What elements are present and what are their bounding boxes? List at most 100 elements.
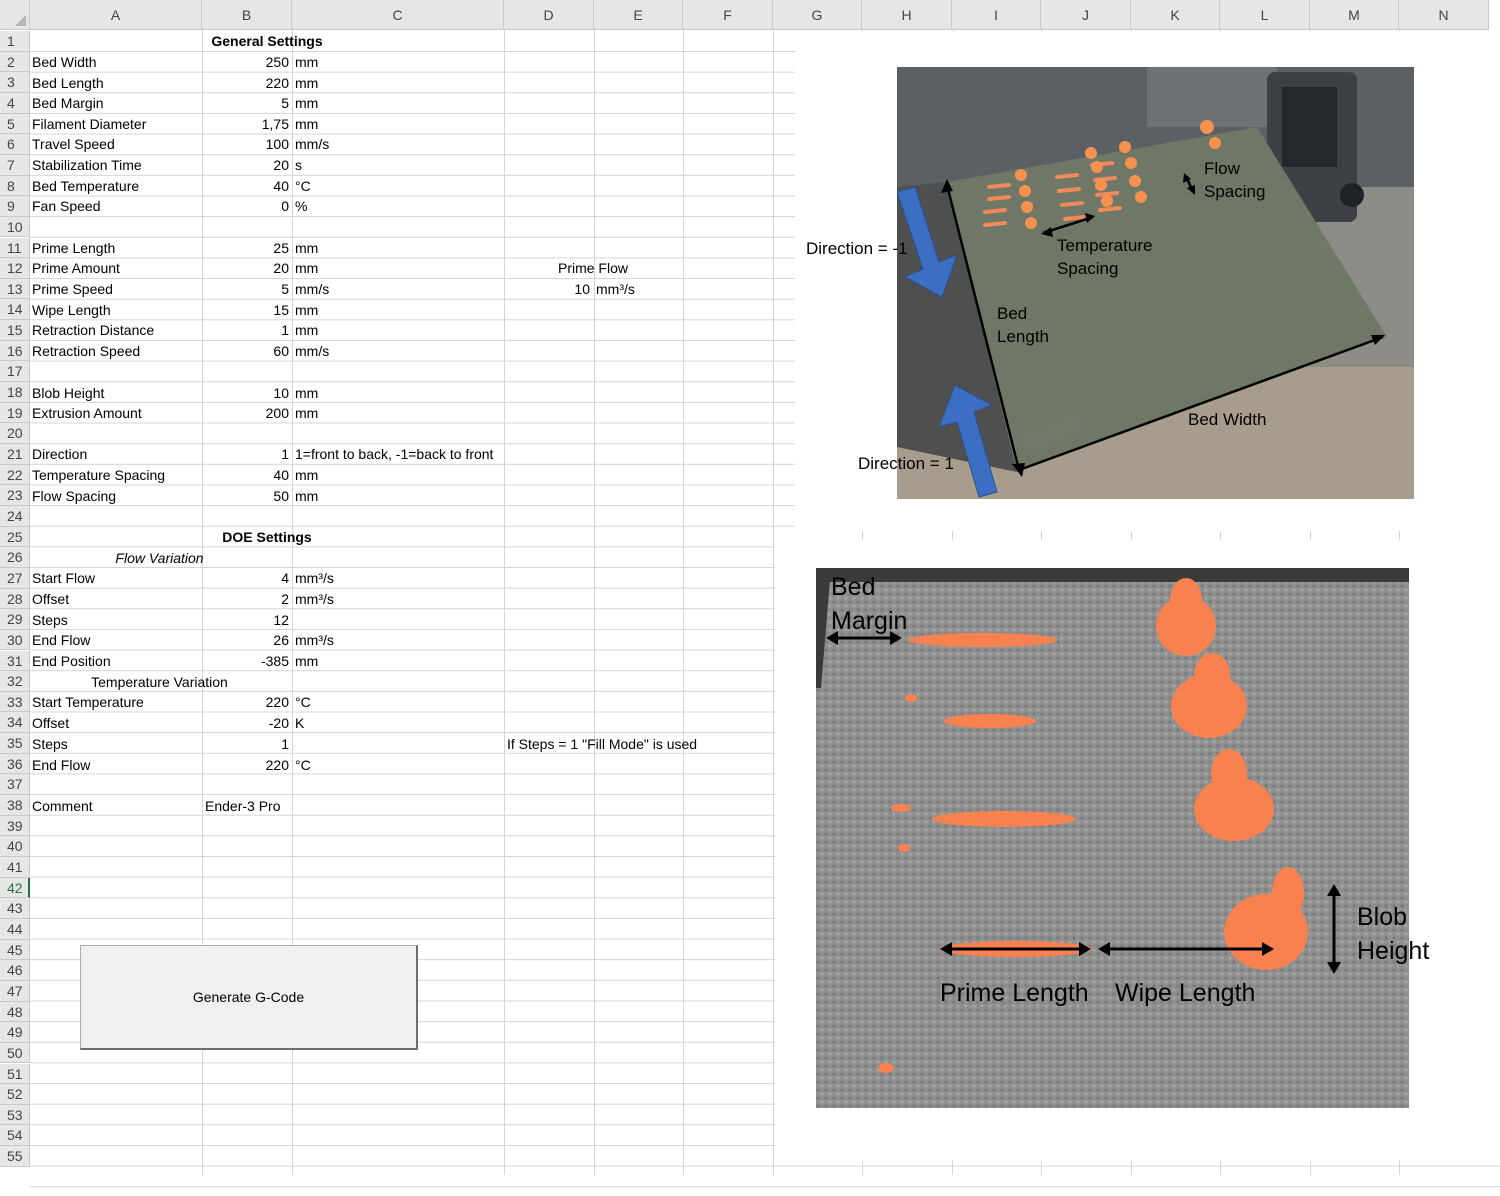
cell-b7[interactable]: 20 [202, 155, 289, 175]
column-header-e[interactable]: E [594, 0, 683, 30]
cell-c14[interactable]: mm [295, 300, 318, 320]
cell-c12[interactable]: mm [295, 258, 318, 278]
cell-a4[interactable]: Bed Margin [32, 93, 104, 113]
row-header-51[interactable]: 51 [0, 1063, 30, 1085]
cell-a14[interactable]: Wipe Length [32, 300, 111, 320]
cell-c27[interactable]: mm³/s [295, 568, 334, 588]
cell-b19[interactable]: 200 [202, 403, 289, 423]
row-header-23[interactable]: 23 [0, 485, 30, 506]
row-header-46[interactable]: 46 [0, 960, 30, 981]
row-header-9[interactable]: 9 [0, 196, 30, 217]
row-header-19[interactable]: 19 [0, 402, 30, 424]
generate-gcode-button[interactable]: Generate G-Code [80, 945, 418, 1050]
row-header-35[interactable]: 35 [0, 733, 30, 754]
row-header-10[interactable]: 10 [0, 216, 30, 238]
cell-d13[interactable]: 10 [504, 279, 590, 299]
cell-a22[interactable]: Temperature Spacing [32, 465, 165, 485]
blob-test-photo[interactable] [816, 568, 1409, 1108]
column-header-i[interactable]: I [952, 0, 1041, 30]
cell-e13[interactable]: mm³/s [596, 279, 635, 299]
column-header-a[interactable]: A [30, 0, 202, 30]
row-header-18[interactable]: 18 [0, 382, 30, 403]
row-header-20[interactable]: 20 [0, 423, 30, 444]
row-header-11[interactable]: 11 [0, 237, 30, 259]
cell-c34[interactable]: K [295, 713, 304, 733]
row-header-28[interactable]: 28 [0, 588, 30, 610]
cell-c22[interactable]: mm [295, 465, 318, 485]
cell-c16[interactable]: mm/s [295, 341, 329, 361]
row-header-43[interactable]: 43 [0, 898, 30, 919]
cell-c6[interactable]: mm/s [295, 134, 329, 154]
cell-c23[interactable]: mm [295, 486, 318, 506]
cell-a36[interactable]: End Flow [32, 755, 90, 775]
cell-c8[interactable]: °C [295, 176, 311, 196]
cell-b30[interactable]: 26 [202, 630, 289, 650]
cell-c9[interactable]: % [295, 196, 307, 216]
column-header-n[interactable]: N [1399, 0, 1489, 30]
cell-b12[interactable]: 20 [202, 258, 289, 278]
row-header-15[interactable]: 15 [0, 320, 30, 341]
row-header-54[interactable]: 54 [0, 1125, 30, 1147]
cell-b14[interactable]: 15 [202, 300, 289, 320]
cell-b8[interactable]: 40 [202, 176, 289, 196]
cell-c11[interactable]: mm [295, 238, 318, 258]
row-header-53[interactable]: 53 [0, 1104, 30, 1126]
select-all-corner[interactable] [0, 0, 30, 30]
cell-a6[interactable]: Travel Speed [32, 134, 115, 154]
cell-a13[interactable]: Prime Speed [32, 279, 113, 299]
row-header-49[interactable]: 49 [0, 1022, 30, 1043]
column-header-k[interactable]: K [1131, 0, 1220, 30]
row-header-25[interactable]: 25 [0, 526, 30, 548]
cell-b31[interactable]: -385 [202, 651, 289, 671]
row-header-26[interactable]: 26 [0, 547, 30, 568]
row-header-17[interactable]: 17 [0, 361, 30, 383]
row-header-44[interactable]: 44 [0, 918, 30, 940]
cell-c30[interactable]: mm³/s [295, 630, 334, 650]
column-header-j[interactable]: J [1041, 0, 1131, 30]
cell-b13[interactable]: 5 [202, 279, 289, 299]
cell-b33[interactable]: 220 [202, 692, 289, 712]
cell-c36[interactable]: °C [295, 755, 311, 775]
cell-a9[interactable]: Fan Speed [32, 196, 101, 216]
cell-b28[interactable]: 2 [202, 589, 289, 609]
column-header-f[interactable]: F [683, 0, 773, 30]
cell-b35[interactable]: 1 [202, 734, 289, 754]
row-header-5[interactable]: 5 [0, 113, 30, 135]
row-header-31[interactable]: 31 [0, 650, 30, 672]
cell-b38[interactable]: Ender-3 Pro [205, 796, 280, 816]
cell-a29[interactable]: Steps [32, 610, 68, 630]
row-header-42[interactable]: 42 [0, 877, 30, 899]
row-header-22[interactable]: 22 [0, 464, 30, 486]
cell-a34[interactable]: Offset [32, 713, 69, 733]
cell-a35[interactable]: Steps [32, 734, 68, 754]
cell-a18[interactable]: Blob Height [32, 383, 104, 403]
cell-b22[interactable]: 40 [202, 465, 289, 485]
column-header-l[interactable]: L [1220, 0, 1310, 30]
cell-c2[interactable]: mm [295, 52, 318, 72]
cell-a21[interactable]: Direction [32, 444, 87, 464]
cell-a7[interactable]: Stabilization Time [32, 155, 142, 175]
printer-bed-photo[interactable]: FIBERIXX [897, 67, 1414, 499]
cell-a23[interactable]: Flow Spacing [32, 486, 116, 506]
cell-b29[interactable]: 12 [202, 610, 289, 630]
cell-c7[interactable]: s [295, 155, 302, 175]
cell-b11[interactable]: 25 [202, 238, 289, 258]
cell-c15[interactable]: mm [295, 320, 318, 340]
row-header-14[interactable]: 14 [0, 299, 30, 321]
column-header-h[interactable]: H [862, 0, 952, 30]
row-header-41[interactable]: 41 [0, 857, 30, 878]
row-header-12[interactable]: 12 [0, 258, 30, 279]
cell-a15[interactable]: Retraction Distance [32, 320, 154, 340]
cell-c3[interactable]: mm [295, 73, 318, 93]
cell-c21[interactable]: 1=front to back, -1=back to front [295, 444, 493, 464]
column-header-b[interactable]: B [202, 0, 292, 30]
cell-b34[interactable]: -20 [202, 713, 289, 733]
row-header-50[interactable]: 50 [0, 1042, 30, 1064]
column-header-c[interactable]: C [292, 0, 504, 30]
column-header-d[interactable]: D [504, 0, 594, 30]
cell-a28[interactable]: Offset [32, 589, 69, 609]
row-header-2[interactable]: 2 [0, 51, 30, 73]
cell-d12[interactable]: Prime Flow [504, 258, 682, 278]
row-header-32[interactable]: 32 [0, 671, 30, 692]
row-header-45[interactable]: 45 [0, 939, 30, 961]
